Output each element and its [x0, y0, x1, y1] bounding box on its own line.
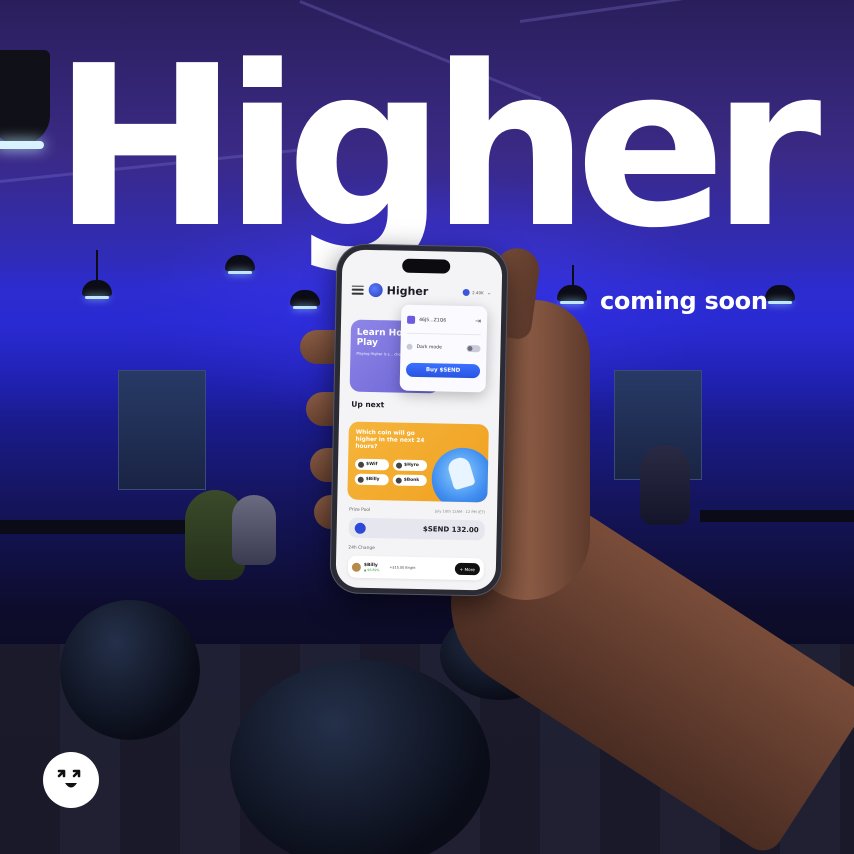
account-dropdown: 46J5...Z1Q6 ⇥ Dark mode Buy $SEND: [399, 304, 488, 393]
send-token-icon: [354, 522, 366, 534]
higher-logo-icon: [368, 282, 383, 298]
change-row: $Billy ▲ 96.89% +$15.00 Bright + More: [347, 555, 485, 581]
coin-label: $Bonk: [403, 477, 420, 484]
app-name: Higher: [386, 283, 429, 298]
coin-label: $Wif: [366, 461, 378, 468]
logout-icon[interactable]: ⇥: [475, 317, 481, 325]
coin-icon: [357, 461, 365, 468]
desk: [0, 520, 200, 534]
balance-value: 2.40K: [472, 289, 484, 295]
buy-send-button[interactable]: Buy $SEND: [405, 362, 481, 379]
change-middle: +$15.00 Bright: [389, 565, 416, 570]
coin-icon: [357, 476, 364, 483]
headline: Higher: [52, 19, 822, 277]
wallet-row[interactable]: 46J5...Z1Q6 ⇥: [407, 312, 481, 330]
menu-icon[interactable]: [351, 285, 364, 295]
dark-mode-row: Dark mode: [406, 339, 481, 357]
dark-mode-label: Dark mode: [416, 344, 442, 350]
app-header: Higher 2.40K ⌄: [351, 280, 492, 303]
higher-brand-logo: [43, 752, 99, 808]
change-coin: $Billy ▲ 96.89%: [364, 562, 380, 571]
coin-label: $Billy: [365, 476, 380, 483]
game-question: Which coin will go higher in the next 24…: [355, 429, 425, 451]
desk: [700, 510, 854, 522]
moon-icon: [406, 343, 413, 350]
smiley-face-icon: [57, 769, 81, 788]
phone-screen: Higher 2.40K ⌄ Learn How to Play Playing…: [335, 249, 503, 591]
person: [232, 495, 276, 565]
beanbag: [60, 600, 200, 740]
divider: [406, 332, 481, 336]
coin-option[interactable]: $Wif: [354, 458, 390, 471]
change-coin-name: $Billy: [363, 562, 378, 568]
change-coin-percent: ▲ 96.89%: [363, 567, 380, 572]
dark-mode-toggle[interactable]: [466, 344, 481, 352]
game-illustration: [431, 447, 489, 503]
phone: Higher 2.40K ⌄ Learn How to Play Playing…: [330, 244, 508, 596]
coin-icon: [395, 477, 402, 484]
coming-soon-text: coming soon: [600, 287, 768, 315]
token-icon: [463, 288, 471, 296]
up-next-heading: Up next: [351, 399, 385, 410]
game-card[interactable]: Which coin will go higher in the next 24…: [347, 421, 489, 503]
wallet-icon: [407, 315, 416, 324]
coin-avatar: [351, 562, 362, 572]
coin-option[interactable]: $Hyro: [392, 459, 428, 472]
prize-pool-date: July 10th 12AM - 12 PM (ET): [434, 509, 486, 515]
change-label: 24h Change: [348, 545, 375, 552]
person: [640, 445, 690, 525]
prize-pool-label: Prize Pool: [349, 507, 371, 513]
prize-pool-value: $SEND 132.00: [422, 525, 479, 535]
balance-button[interactable]: 2.40K ⌄: [463, 288, 492, 296]
coin-option[interactable]: $Billy: [354, 473, 389, 486]
dynamic-island: [402, 258, 451, 274]
wallet-address: 46J5...Z1Q6: [419, 317, 447, 324]
coin-label: $Hyro: [403, 462, 419, 469]
prize-pool-box: $SEND 132.00: [348, 517, 485, 541]
more-button[interactable]: + More: [454, 562, 481, 576]
coin-option[interactable]: $Bonk: [392, 474, 427, 487]
chevron-down-icon: ⌄: [486, 288, 492, 296]
coin-icon: [395, 462, 403, 469]
beanbag: [230, 660, 490, 854]
wall-banner: [118, 370, 206, 490]
